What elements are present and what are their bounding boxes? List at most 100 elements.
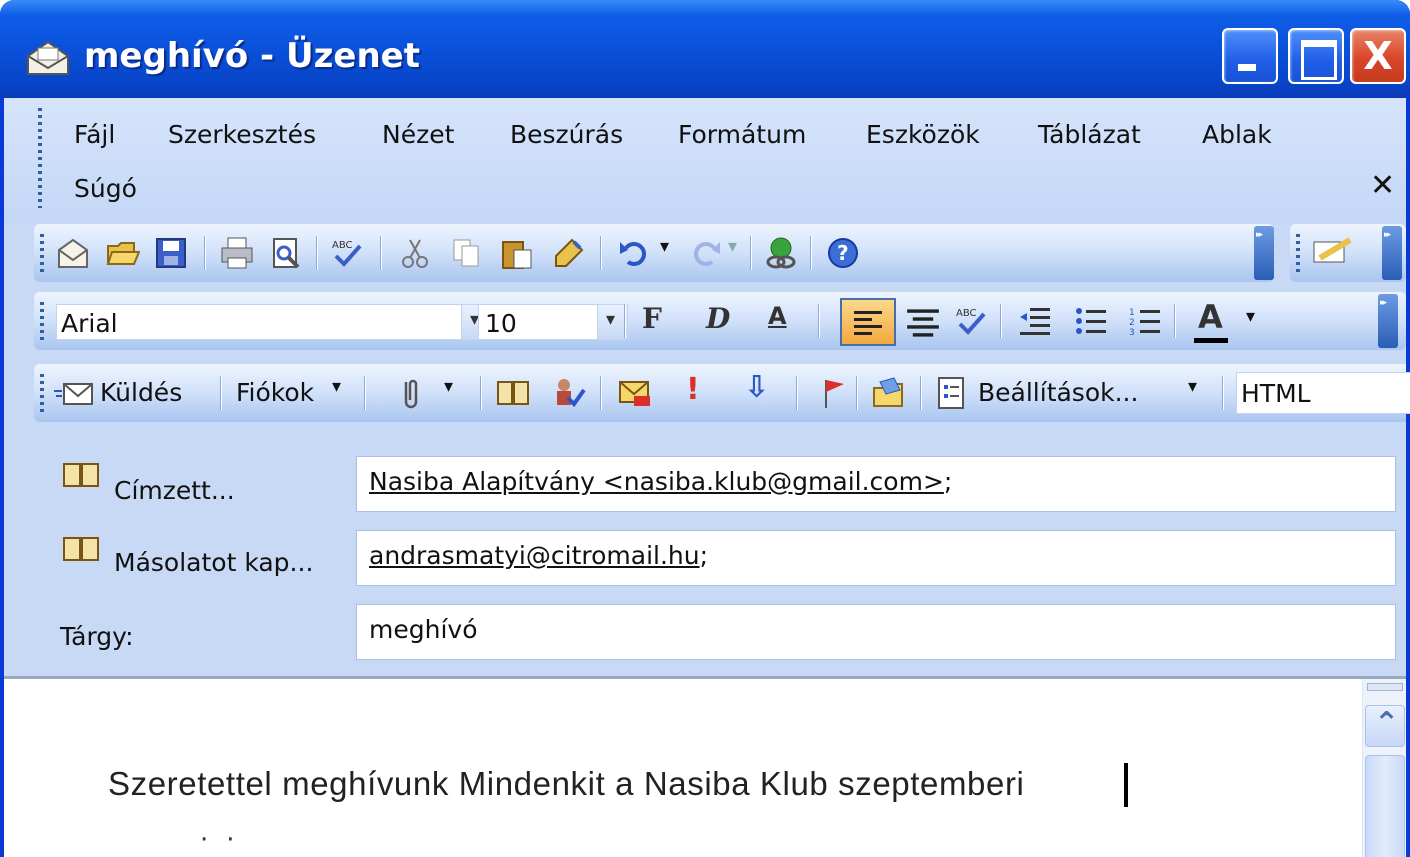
minimize-button[interactable] [1222,28,1278,84]
font-color-dropdown-icon[interactable]: ▾ [1246,306,1255,327]
close-document-icon[interactable]: ✕ [1370,168,1395,203]
separator [220,376,222,410]
split-handle[interactable] [1367,683,1403,691]
subject-label: Tárgy: [60,622,134,651]
undo-dropdown-icon[interactable]: ▾ [660,236,669,257]
address-book-icon[interactable] [62,534,100,564]
separator [920,376,922,410]
accounts-dropdown-icon[interactable]: ▾ [332,376,341,397]
close-button[interactable]: X [1350,28,1406,84]
separator [380,236,382,270]
cut-icon[interactable] [398,236,432,270]
numbered-list-icon[interactable]: 123 [1128,304,1162,338]
importance-high-icon[interactable]: ! [686,372,700,407]
save-icon[interactable] [154,236,188,270]
message-format-combo[interactable]: HTML [1236,372,1410,414]
font-name-combo[interactable]: Arial [56,304,492,340]
title-bar[interactable]: meghívó - Üzenet X [0,0,1410,98]
decrease-indent-icon[interactable] [1018,304,1052,338]
to-field[interactable]: Nasiba Alapítvány <nasiba.klub@gmail.com… [356,456,1396,512]
toolbar-grip[interactable] [1296,234,1300,272]
spelling-icon[interactable]: ABC [330,236,364,270]
check-names-icon[interactable] [552,376,586,410]
paste-icon[interactable] [500,236,534,270]
cc-field[interactable]: andrasmatyi@citromail.hu; [356,530,1396,586]
menu-format[interactable]: Formátum [678,120,806,149]
scroll-up-icon[interactable] [1365,705,1405,747]
separator [600,376,602,410]
hyperlink-icon[interactable] [764,236,798,270]
separator [316,236,318,270]
menu-edit[interactable]: Szerkesztés [168,120,316,149]
options-dropdown-icon[interactable]: ▾ [1188,376,1197,397]
separator [1000,304,1002,338]
menu-insert[interactable]: Beszúrás [510,120,623,149]
options-button[interactable]: Beállítások... [978,378,1138,407]
cc-button[interactable]: Másolatot kap... [114,548,313,577]
folder-mail-icon[interactable] [872,376,906,410]
help-icon[interactable]: ? [826,236,860,270]
signature-icon[interactable] [1312,236,1356,270]
subject-value: meghívó [369,615,478,644]
message-options-icon[interactable] [618,376,652,410]
cc-separator: ; [699,541,709,570]
accounts-button[interactable]: Fiókok [236,378,314,407]
svg-text:?: ? [837,241,849,265]
toolbar-overflow-chevron[interactable] [1382,226,1402,280]
to-recipient[interactable]: Nasiba Alapítvány <nasiba.klub@gmail.com… [369,467,944,496]
menu-window[interactable]: Ablak [1202,120,1272,149]
align-center-icon[interactable] [906,306,940,340]
menu-help[interactable]: Súgó [74,174,137,203]
attach-dropdown-icon[interactable]: ▾ [444,376,453,397]
toolbar-grip[interactable] [40,374,44,412]
maximize-button[interactable] [1288,28,1344,84]
print-preview-icon[interactable] [270,236,304,270]
toolbar-overflow-chevron[interactable] [1378,294,1398,348]
to-value: Nasiba Alapítvány <nasiba.klub@gmail.com… [369,467,952,496]
cc-recipient[interactable]: andrasmatyi@citromail.hu [369,541,700,570]
menu-tools[interactable]: Eszközök [866,120,980,149]
menu-view[interactable]: Nézet [382,120,454,149]
chevron-down-icon[interactable] [597,305,627,339]
redo-icon[interactable] [688,236,722,270]
options-page-icon[interactable] [934,376,968,410]
send-button[interactable]: Küldés [100,378,182,407]
address-book-icon[interactable] [62,460,100,490]
envelope-toolbar: Küldés Fiókok ▾ ▾ ! ⇩ Beállítások... ▾ H… [34,364,1410,422]
paperclip-icon[interactable] [394,376,428,410]
bullet-list-icon[interactable] [1074,304,1108,338]
separator [624,304,626,338]
bold-button[interactable]: F [642,302,662,335]
font-color-button[interactable]: A [1198,298,1223,336]
toolbar-grip[interactable] [40,302,44,340]
underline-button[interactable]: A [768,302,787,330]
flag-icon[interactable] [816,376,850,410]
scroll-thumb[interactable] [1365,755,1405,857]
toolbar-overflow-chevron[interactable] [1254,226,1274,280]
menu-file[interactable]: Fájl [74,120,115,149]
open-folder-icon[interactable] [106,236,140,270]
vertical-scrollbar[interactable] [1362,679,1406,857]
format-painter-icon[interactable] [552,236,586,270]
subject-field[interactable]: meghívó [356,604,1396,660]
new-message-icon[interactable] [56,236,90,270]
toolbar-grip[interactable] [40,234,44,272]
send-icon[interactable] [54,382,94,406]
redo-dropdown-icon[interactable]: ▾ [728,236,737,257]
copy-icon[interactable] [450,236,484,270]
separator [364,376,366,410]
spelling-icon[interactable]: ABC [954,304,988,338]
italic-button[interactable]: D [706,302,730,335]
print-icon[interactable] [220,236,254,270]
font-size-combo[interactable]: 10 [478,304,628,340]
message-body-editor[interactable]: Szeretettel meghívunk Mindenkit a Nasiba… [4,676,1406,857]
address-book-icon[interactable] [496,376,530,410]
envelope-open-icon [27,40,69,75]
menubar-grip[interactable] [38,108,42,208]
menu-table[interactable]: Táblázat [1038,120,1141,149]
font-size-value: 10 [485,309,517,338]
align-left-button[interactable] [840,298,896,346]
undo-icon[interactable] [618,236,652,270]
to-button[interactable]: Címzett... [114,476,235,505]
importance-low-icon[interactable]: ⇩ [744,370,769,405]
